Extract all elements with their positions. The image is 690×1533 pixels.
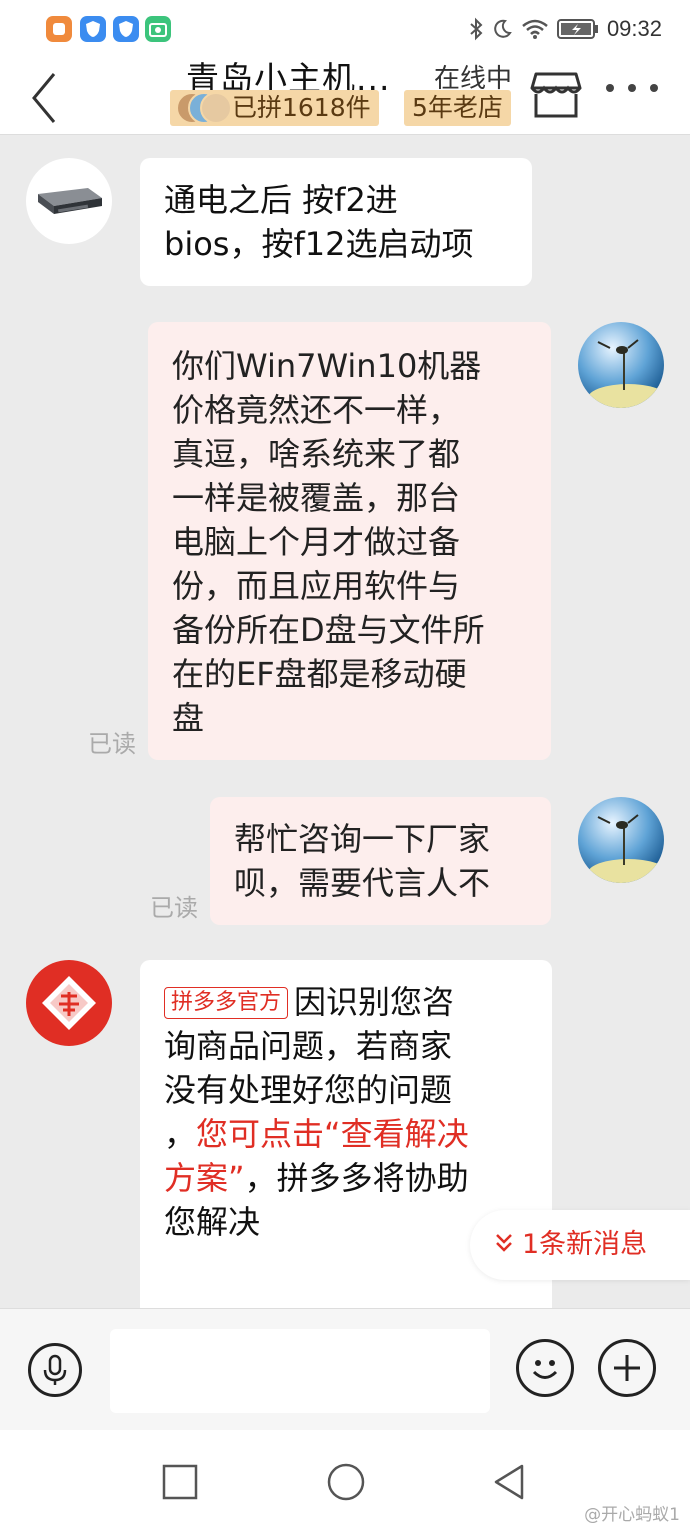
- home-icon[interactable]: [326, 1462, 366, 1506]
- back-icon[interactable]: [22, 66, 68, 126]
- buyer-avatars: [176, 92, 232, 124]
- message-text: ，拼多多将协助: [244, 1159, 469, 1197]
- official-tag: 拼多多官方: [164, 987, 289, 1019]
- message-line: 拼多多官方 因识别您咨: [164, 980, 528, 1024]
- user-avatar[interactable]: [578, 322, 664, 408]
- status-bar: 09:32: [0, 0, 690, 58]
- shield-blue-icon: [113, 16, 139, 42]
- pinduoduo-avatar[interactable]: [26, 960, 112, 1046]
- message-text: ，: [164, 1115, 197, 1153]
- user-avatar[interactable]: [578, 797, 664, 883]
- message-line: 没有处理好您的问题: [164, 1071, 453, 1109]
- message-line: 价格竟然还不一样，: [172, 391, 461, 429]
- shop-age-badge: 5年老店: [404, 90, 511, 126]
- recent-apps-icon[interactable]: [162, 1464, 198, 1504]
- message-line: 备份所在D盘与文件所: [172, 611, 485, 649]
- message-line: 一样是被覆盖，那台: [172, 479, 461, 517]
- message-line: bios，按f12选启动项: [164, 225, 474, 263]
- message-line: 在的EF盘都是移动硬: [172, 655, 467, 693]
- battery-charging-icon: [556, 18, 599, 40]
- message-line: 份，而且应用软件与: [172, 567, 461, 605]
- moon-icon: [491, 18, 513, 40]
- bluetooth-icon: [469, 17, 483, 41]
- message-line: ，您可点击“查看解决: [164, 1112, 528, 1156]
- back-triangle-icon[interactable]: [492, 1463, 526, 1505]
- plus-icon[interactable]: [598, 1339, 656, 1397]
- message-bubble[interactable]: 帮忙咨询一下厂家 呗，需要代言人不: [210, 797, 551, 925]
- read-receipt: 已读: [88, 730, 136, 758]
- system-nav-bar: @开心蚂蚁1: [0, 1430, 690, 1533]
- microphone-icon[interactable]: [28, 1343, 82, 1397]
- view-solution-link[interactable]: 您可点击“查看解决: [196, 1115, 469, 1153]
- app-orange-icon: [46, 16, 72, 42]
- status-time: 09:32: [606, 16, 662, 41]
- message-text: 因识别您咨: [294, 983, 455, 1021]
- avatar: [200, 92, 232, 124]
- message-line: 你们Win7Win10机器: [172, 347, 482, 385]
- message-line: 帮忙咨询一下厂家: [234, 820, 491, 858]
- more-icon[interactable]: [606, 84, 658, 98]
- message-bubble[interactable]: 你们Win7Win10机器 价格竟然还不一样， 真逗，啥系统来了都 一样是被覆盖…: [148, 322, 551, 760]
- input-bar: [0, 1308, 690, 1431]
- message-input[interactable]: [110, 1329, 490, 1413]
- message-line: 真逗，啥系统来了都: [172, 435, 461, 473]
- message-line: 电脑上个月才做过备: [172, 523, 461, 561]
- seller-avatar[interactable]: [26, 158, 112, 244]
- message-bubble[interactable]: 通电之后 按f2进 bios，按f12选启动项: [140, 158, 532, 286]
- chat-header: 青岛小主机... 在线中 已拼1618件 5年老店: [0, 58, 690, 135]
- shield-blue-icon: [80, 16, 106, 42]
- message-line: 通电之后 按f2进: [164, 181, 398, 219]
- new-message-label: 1条新消息: [522, 1229, 648, 1260]
- read-receipt: 已读: [150, 894, 198, 922]
- message-line: 呗，需要代言人不: [234, 864, 491, 902]
- message-line: 方案”，拼多多将协助: [164, 1156, 528, 1200]
- new-message-button[interactable]: 1条新消息: [470, 1210, 690, 1280]
- emoji-icon[interactable]: [516, 1339, 574, 1397]
- double-chevron-down-icon: [494, 1211, 514, 1281]
- wifi-icon: [521, 18, 549, 40]
- store-icon[interactable]: [528, 66, 584, 122]
- camera-green-icon: [145, 16, 171, 42]
- watermark: @开心蚂蚁1: [584, 1505, 680, 1525]
- message-line: 询商品问题，若商家: [164, 1027, 453, 1065]
- sold-count-label: 已拼1618件: [232, 93, 371, 122]
- message-line: 盘: [172, 699, 205, 737]
- view-solution-link[interactable]: 方案”: [164, 1159, 245, 1197]
